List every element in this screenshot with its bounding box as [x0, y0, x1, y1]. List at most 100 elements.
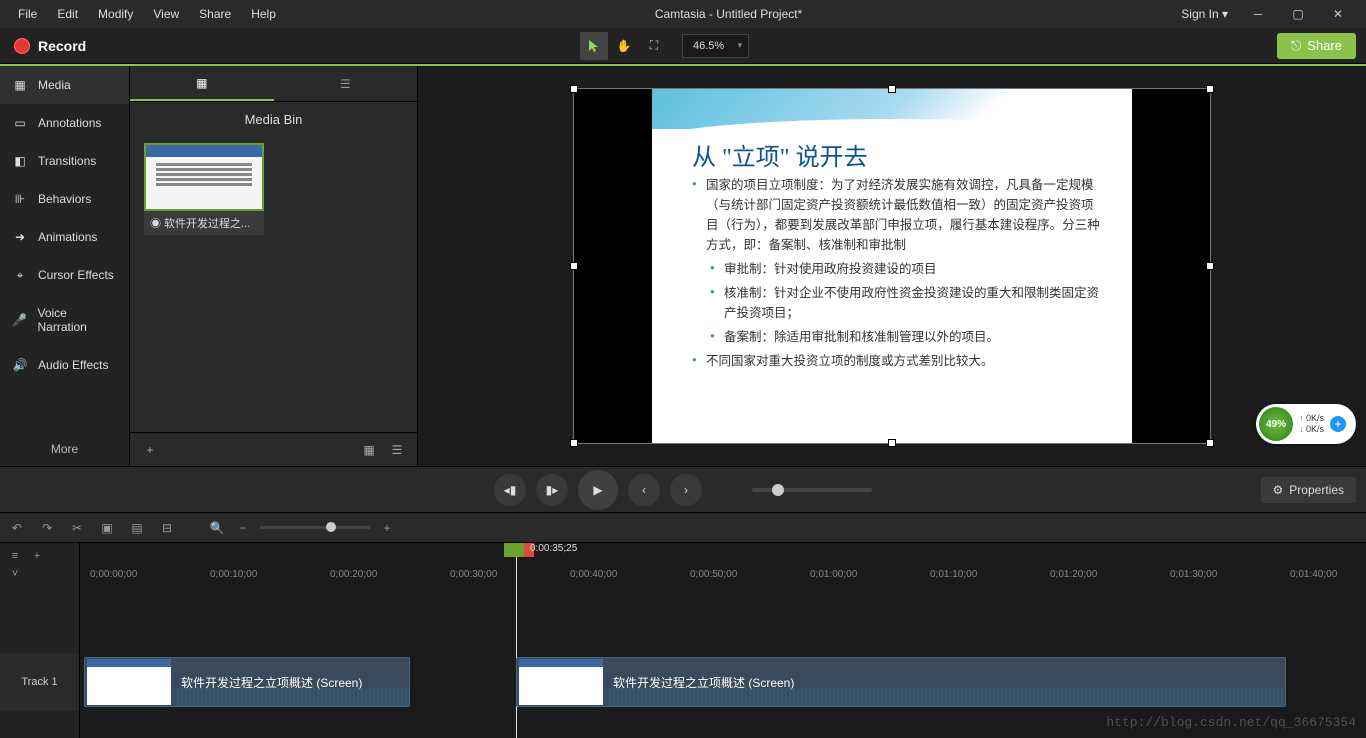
- record-label: Record: [38, 38, 86, 54]
- media-panel: ▦ ☰ Media Bin ◉ 软件开发过程之... + ▦ ☰: [130, 66, 418, 466]
- media-tab-library[interactable]: ☰: [274, 66, 418, 101]
- zoom-out-button[interactable]: −: [234, 519, 252, 537]
- window-minimize[interactable]: ─: [1238, 0, 1278, 28]
- play-button[interactable]: ▶: [578, 470, 618, 510]
- track-label[interactable]: Track 1: [0, 653, 80, 711]
- sidebar-item-transitions[interactable]: ◧Transitions: [0, 142, 129, 180]
- annotations-icon: ▭: [12, 116, 28, 130]
- record-button[interactable]: Record: [0, 38, 100, 54]
- zoom-fit-button[interactable]: 🔍: [208, 519, 226, 537]
- behaviors-icon: ⊪: [12, 192, 28, 206]
- net-stats: ↑ 0K/s ↓ 0K/s: [1299, 413, 1324, 435]
- speaker-icon: 🔊: [12, 358, 28, 372]
- prev-frame-button[interactable]: ◂▮: [494, 474, 526, 506]
- sidebar-item-audio-effects[interactable]: 🔊Audio Effects: [0, 346, 129, 384]
- menu-edit[interactable]: Edit: [47, 0, 88, 28]
- step-forward-button[interactable]: ›: [670, 474, 702, 506]
- animations-icon: ➜: [12, 230, 28, 244]
- thumb-preview: [144, 143, 264, 211]
- split-button[interactable]: ⊟: [158, 519, 176, 537]
- cursor-tool[interactable]: [580, 32, 608, 60]
- sidebar-item-media[interactable]: ▦Media: [0, 66, 129, 104]
- hand-tool[interactable]: ✋: [610, 32, 638, 60]
- list-view-button[interactable]: ☰: [383, 436, 411, 464]
- zoom-slider[interactable]: [260, 526, 370, 529]
- menu-modify[interactable]: Modify: [88, 0, 143, 28]
- sidebar-item-animations[interactable]: ➜Animations: [0, 218, 129, 256]
- playhead-time: 0:00:35;25: [530, 543, 577, 554]
- grid-view-button[interactable]: ▦: [355, 436, 383, 464]
- window-close[interactable]: ✕: [1318, 0, 1358, 28]
- transitions-icon: ◧: [12, 154, 28, 168]
- resize-handle-r[interactable]: [1206, 262, 1214, 270]
- canvas[interactable]: 从 "立项" 说开去 国家的项目立项制度：为了对经济发展实施有效调控，凡具备一定…: [418, 66, 1366, 466]
- main-toolbar: Record ✋ ⛶ 46.5% ⎋ Share: [0, 28, 1366, 64]
- menu-view[interactable]: View: [143, 0, 189, 28]
- cursor-effects-icon: ⌖: [12, 268, 28, 282]
- resize-handle-b[interactable]: [888, 439, 896, 447]
- media-tab-clips[interactable]: ▦: [130, 66, 274, 101]
- net-add-button[interactable]: +: [1330, 416, 1346, 432]
- resize-handle-tr[interactable]: [1206, 85, 1214, 93]
- step-back-button[interactable]: ‹: [628, 474, 660, 506]
- timeline: ≡ + ˅ 0;00:00;00 0;00:10;00 0;00:20;00 0;…: [0, 542, 1366, 738]
- properties-button[interactable]: ⚙Properties: [1261, 477, 1356, 503]
- resize-handle-tl[interactable]: [570, 85, 578, 93]
- media-thumb[interactable]: ◉ 软件开发过程之...: [144, 143, 264, 235]
- track-menu-button[interactable]: ≡: [6, 549, 24, 563]
- track-row-1: Track 1 软件开发过程之立项概述 (Screen) 软件开发过程之立项概述…: [0, 653, 1366, 711]
- preview-frame[interactable]: 从 "立项" 说开去 国家的项目立项制度：为了对经济发展实施有效调控，凡具备一定…: [573, 88, 1211, 444]
- resize-handle-br[interactable]: [1206, 439, 1214, 447]
- crop-tool[interactable]: ⛶: [640, 32, 668, 60]
- window-maximize[interactable]: ▢: [1278, 0, 1318, 28]
- add-track-button[interactable]: +: [28, 549, 46, 563]
- clip-2[interactable]: 软件开发过程之立项概述 (Screen): [516, 657, 1286, 707]
- resize-handle-bl[interactable]: [570, 439, 578, 447]
- cut-button[interactable]: ✂: [68, 519, 86, 537]
- copy-button[interactable]: ▣: [98, 519, 116, 537]
- sidebar-item-voice-narration[interactable]: 🎤Voice Narration: [0, 294, 129, 346]
- clip-thumb: [519, 659, 603, 705]
- network-overlay[interactable]: 49% ↑ 0K/s ↓ 0K/s +: [1256, 404, 1356, 444]
- add-media-button[interactable]: +: [136, 436, 164, 464]
- clip-1[interactable]: 软件开发过程之立项概述 (Screen): [84, 657, 410, 707]
- collapse-button[interactable]: ˅: [6, 567, 24, 581]
- watermark: http://blog.csdn.net/qq_36675354: [1106, 715, 1356, 730]
- resize-handle-t[interactable]: [888, 85, 896, 93]
- net-percent: 49%: [1259, 407, 1293, 441]
- zoom-in-button[interactable]: +: [378, 519, 396, 537]
- media-bin-title: Media Bin: [130, 102, 417, 137]
- menu-help[interactable]: Help: [241, 0, 286, 28]
- sidebar-item-annotations[interactable]: ▭Annotations: [0, 104, 129, 142]
- next-frame-button[interactable]: ▮▸: [536, 474, 568, 506]
- gear-icon: ⚙: [1273, 483, 1284, 497]
- clip-thumb: [87, 659, 171, 705]
- menu-share[interactable]: Share: [189, 0, 241, 28]
- menu-file[interactable]: File: [8, 0, 47, 28]
- mic-icon: 🎤: [12, 313, 28, 327]
- side-panel: ▦Media ▭Annotations ◧Transitions ⊪Behavi…: [0, 66, 130, 466]
- share-icon: ⎋: [1291, 38, 1301, 54]
- share-button[interactable]: ⎋ Share: [1277, 33, 1356, 59]
- undo-button[interactable]: ↶: [8, 519, 26, 537]
- resize-handle-l[interactable]: [570, 262, 578, 270]
- app-title: Camtasia - Untitled Project*: [286, 7, 1171, 21]
- sign-in[interactable]: Sign In ▾: [1171, 7, 1238, 21]
- share-label: Share: [1307, 38, 1342, 53]
- playback-bar: ◂▮ ▮▸ ▶ ‹ › ⚙Properties: [0, 466, 1366, 512]
- main-area: ▦Media ▭Annotations ◧Transitions ⊪Behavi…: [0, 66, 1366, 466]
- paste-button[interactable]: ▤: [128, 519, 146, 537]
- sidebar-item-behaviors[interactable]: ⊪Behaviors: [0, 180, 129, 218]
- timeline-toolbar: ↶ ↷ ✂ ▣ ▤ ⊟ 🔍 − +: [0, 512, 1366, 542]
- record-icon: [14, 38, 30, 54]
- slide-content: 从 "立项" 说开去 国家的项目立项制度：为了对经济发展实施有效调控，凡具备一定…: [652, 89, 1132, 443]
- sidebar-more[interactable]: More: [0, 432, 129, 466]
- timeline-ruler[interactable]: 0;00:00;00 0;00:10;00 0;00:20;00 0;00:30…: [80, 569, 1366, 589]
- zoom-select[interactable]: 46.5%: [682, 34, 749, 58]
- volume-slider[interactable]: [752, 488, 872, 492]
- slide-title: 从 "立项" 说开去: [692, 137, 868, 172]
- sidebar-item-cursor-effects[interactable]: ⌖Cursor Effects: [0, 256, 129, 294]
- redo-button[interactable]: ↷: [38, 519, 56, 537]
- slide-bullets: 国家的项目立项制度：为了对经济发展实施有效调控，凡具备一定规模（与统计部门固定资…: [692, 175, 1102, 375]
- menu-bar: File Edit Modify View Share Help Camtasi…: [0, 0, 1366, 28]
